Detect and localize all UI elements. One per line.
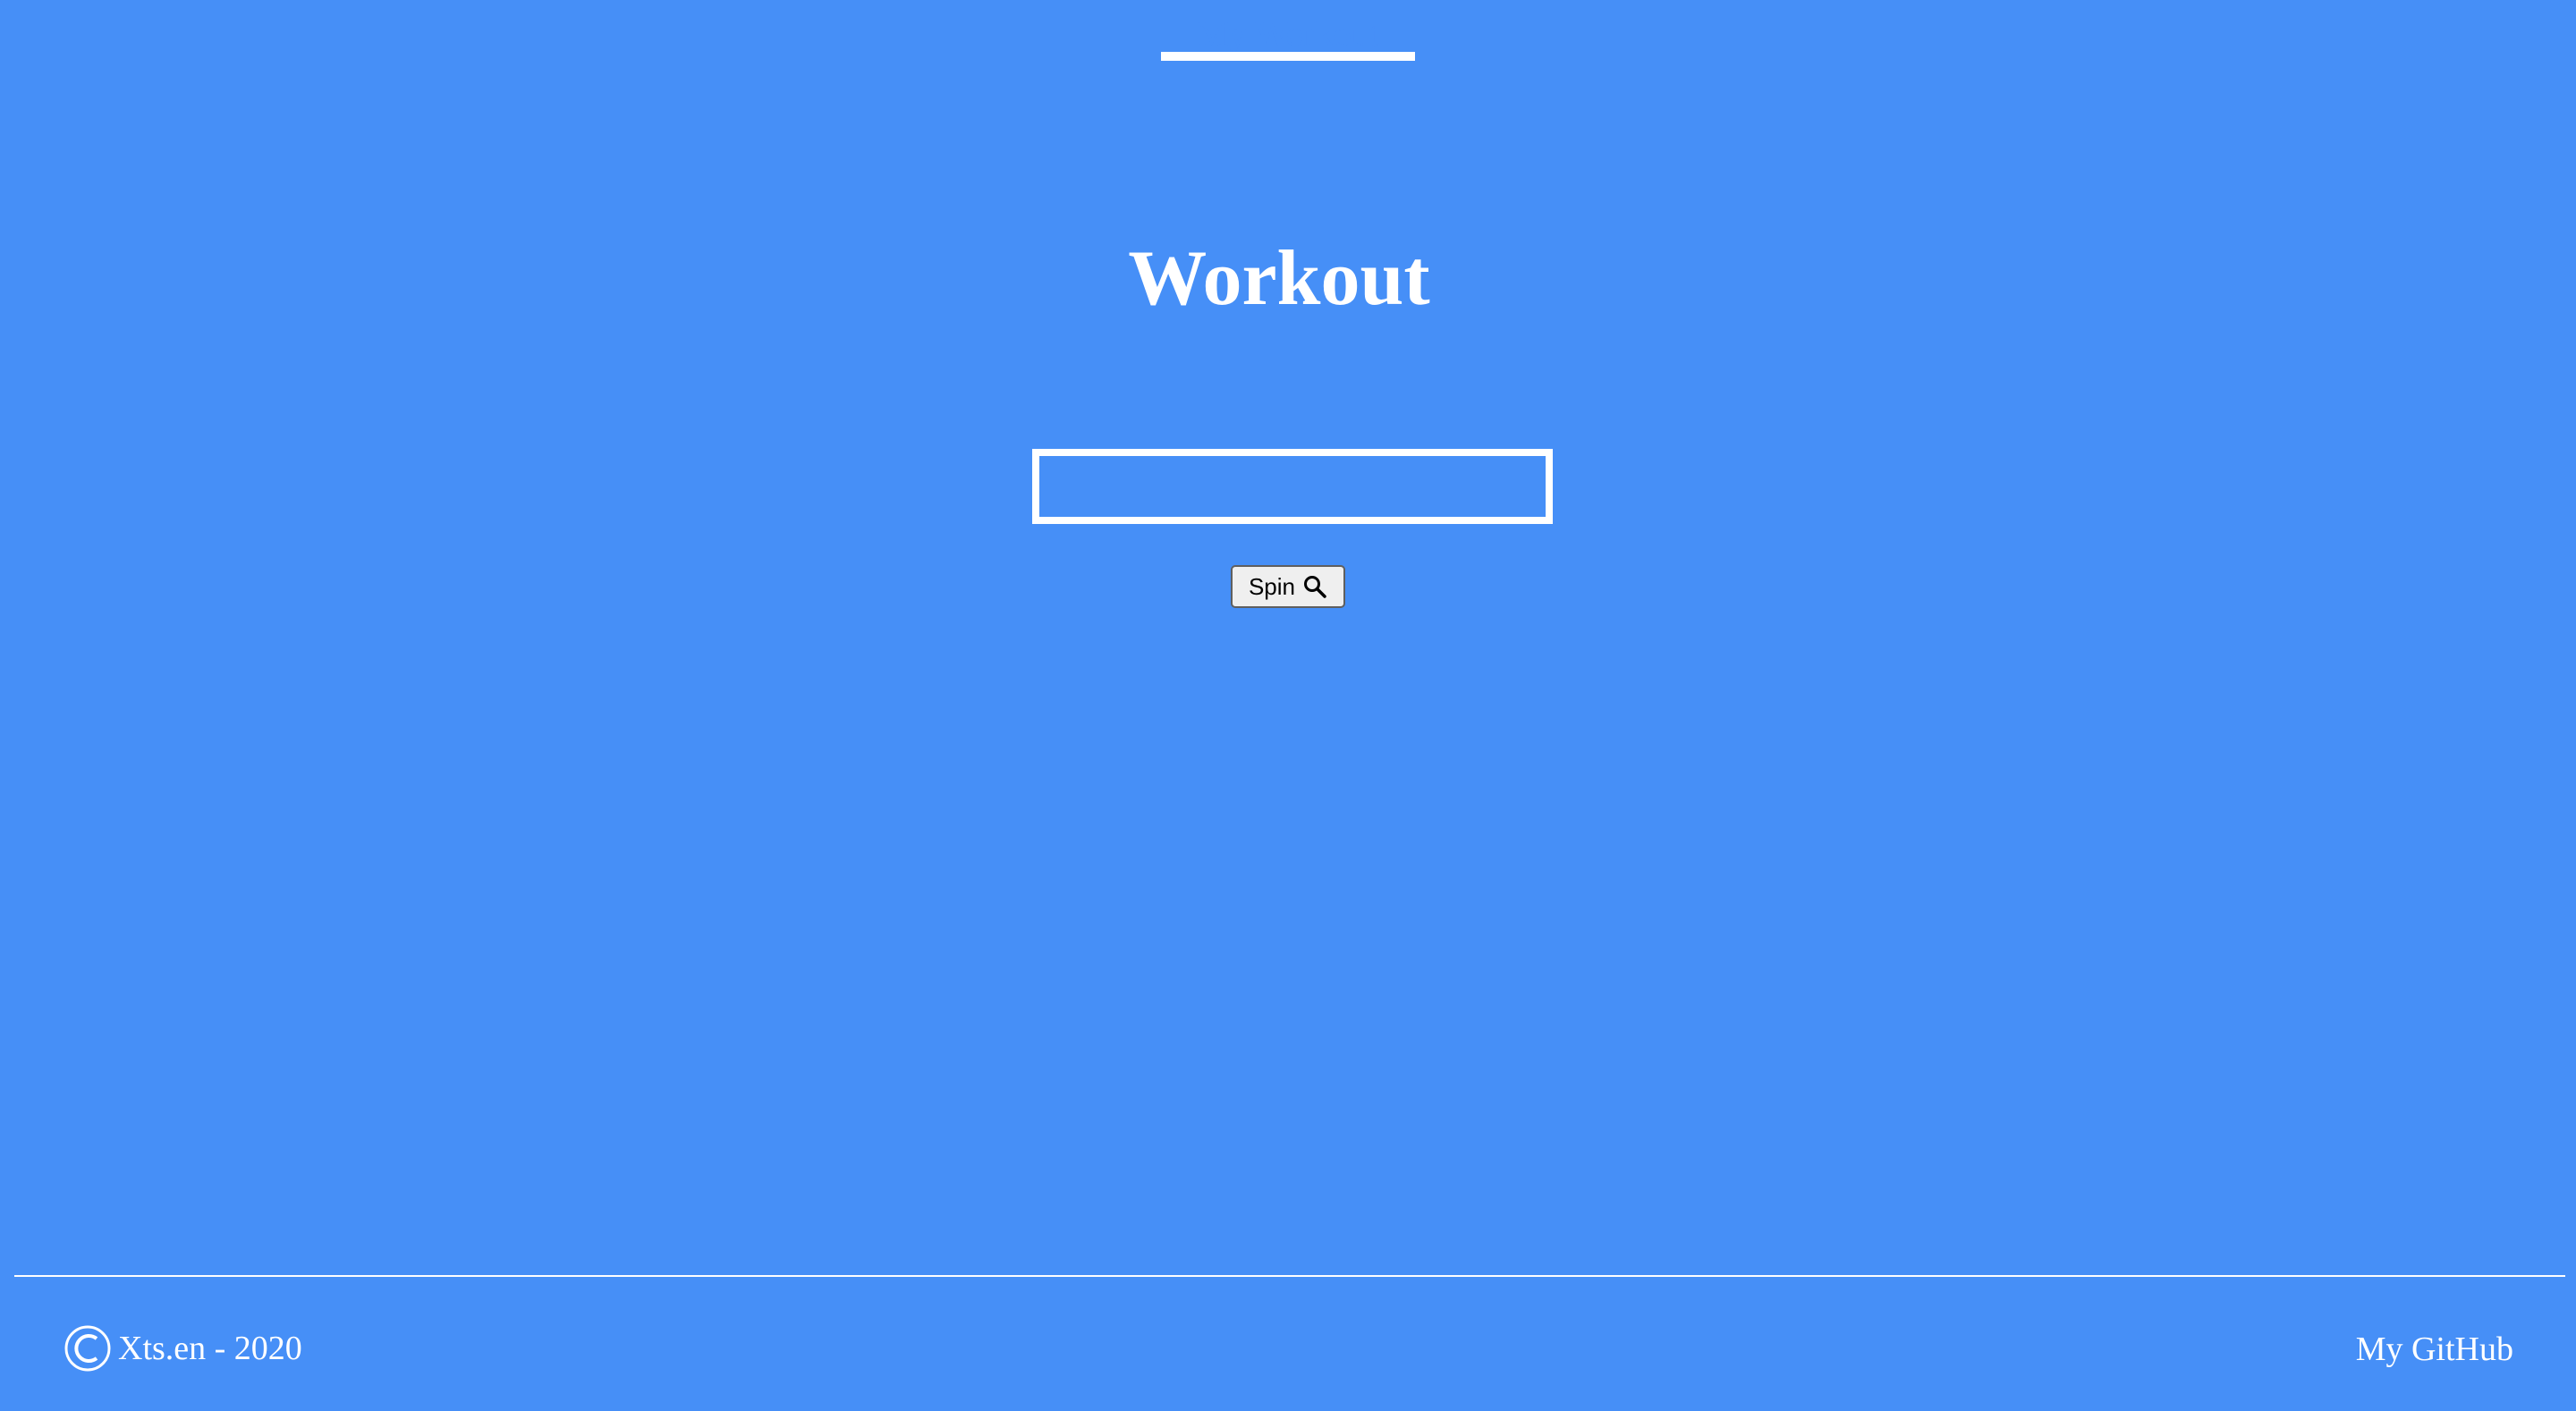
search-icon: [1302, 574, 1327, 599]
copyright-text: Xts.en - 2020: [118, 1330, 302, 1367]
copyright-icon: [64, 1325, 111, 1372]
spin-button[interactable]: Spin: [1231, 565, 1345, 608]
page: My Workout Workout Spin Xts.en - 2020 My…: [0, 0, 2576, 1411]
top-nav-tab[interactable]: My Workout: [1161, 0, 1415, 61]
spin-button-label: Spin: [1248, 572, 1296, 600]
footer-copyright: Xts.en - 2020: [64, 1325, 302, 1372]
footer-divider: [14, 1275, 2565, 1277]
top-nav-tab-label[interactable]: My Workout: [1161, 16, 1415, 52]
page-title: Workout: [1128, 235, 1430, 322]
spin-result-box: [1032, 449, 1553, 524]
github-link[interactable]: My GitHub: [2356, 1327, 2513, 1372]
top-nav-tab-underline: [1161, 52, 1415, 61]
